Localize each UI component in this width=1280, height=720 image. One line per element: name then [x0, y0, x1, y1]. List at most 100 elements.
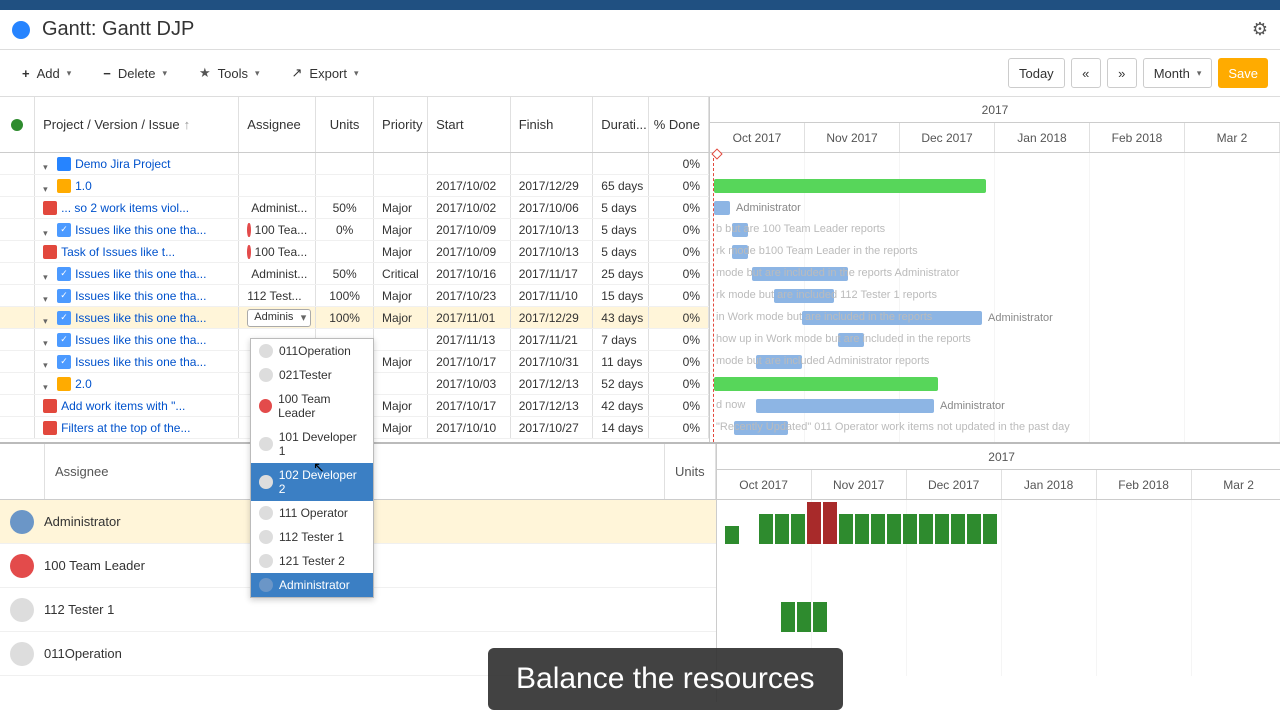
load-row	[717, 500, 1280, 544]
gantt-bar[interactable]: Administrator	[802, 311, 982, 325]
gantt-bar[interactable]	[734, 421, 788, 435]
res-col-units[interactable]: Units	[665, 444, 716, 499]
month-cell: Oct 2017	[710, 123, 805, 152]
load-bar	[983, 514, 997, 544]
load-row	[717, 544, 1280, 588]
gantt-bar[interactable]	[714, 179, 986, 193]
load-row	[717, 588, 1280, 632]
gantt-bar[interactable]: Administrator	[714, 201, 730, 215]
status-dot-icon	[11, 119, 23, 131]
save-button[interactable]: Save	[1218, 58, 1268, 88]
col-finish[interactable]: Finish	[511, 97, 594, 152]
avatar-icon	[259, 399, 272, 413]
dropdown-item[interactable]: Administrator	[251, 573, 373, 597]
col-start[interactable]: Start	[428, 97, 511, 152]
timeline-year: 2017	[710, 97, 1280, 123]
load-bar	[775, 514, 789, 544]
gantt-bar[interactable]	[732, 245, 748, 259]
load-bar	[807, 502, 821, 544]
grid-header: Project / Version / Issue↑ Assignee Unit…	[0, 97, 709, 153]
col-units[interactable]: Units	[316, 97, 374, 152]
gear-icon[interactable]	[1252, 19, 1268, 40]
gantt-bar[interactable]	[732, 223, 748, 237]
avatar-icon	[259, 554, 273, 568]
col-done[interactable]: % Done	[649, 97, 709, 152]
page-header: Gantt: Gantt DJP	[0, 10, 1280, 50]
col-duration[interactable]: Durati...	[593, 97, 649, 152]
dropdown-item[interactable]: 121 Tester 2	[251, 549, 373, 573]
load-bar	[887, 514, 901, 544]
load-bar	[725, 526, 739, 544]
delete-button[interactable]: Delete	[93, 60, 177, 87]
load-bar	[935, 514, 949, 544]
avatar-icon	[259, 344, 273, 358]
load-bar	[781, 602, 795, 632]
toolbar: Add Delete Tools Export Today « » Month …	[0, 50, 1280, 97]
task-row[interactable]: ✓Issues like this one tha...112 Test...1…	[0, 285, 709, 307]
resource-name: Administrator	[44, 514, 121, 529]
load-bar	[791, 514, 805, 544]
avatar-icon	[259, 530, 273, 544]
add-button[interactable]: Add	[12, 60, 81, 87]
gantt-bar[interactable]: Administrator	[756, 399, 934, 413]
month-cell: Mar 2	[1185, 123, 1280, 152]
assignee-dropdown[interactable]: 011Operation021Tester100 Team Leader101 …	[250, 338, 374, 598]
month-cell: Nov 2017	[805, 123, 900, 152]
load-bar	[951, 514, 965, 544]
load-bar	[759, 514, 773, 544]
gantt-bar[interactable]	[714, 377, 938, 391]
avatar-icon	[259, 475, 273, 489]
gantt-bar[interactable]	[756, 355, 802, 369]
gantt-bar[interactable]	[774, 289, 834, 303]
dropdown-item[interactable]: 102 Developer 2	[251, 463, 373, 501]
load-bar	[967, 514, 981, 544]
res-timeline-months: Oct 2017Nov 2017Dec 2017Jan 2018Feb 2018…	[717, 470, 1280, 500]
gantt-body[interactable]: Administratorb but are 100 Team Leader r…	[710, 153, 1280, 442]
month-cell: Jan 2018	[995, 123, 1090, 152]
col-project[interactable]: Project / Version / Issue↑	[35, 97, 239, 152]
dropdown-item[interactable]: 112 Tester 1	[251, 525, 373, 549]
res-timeline-year: 2017	[717, 444, 1280, 470]
col-assignee[interactable]: Assignee	[239, 97, 316, 152]
task-row[interactable]: Demo Jira Project0%	[0, 153, 709, 175]
load-bar	[839, 514, 853, 544]
task-row[interactable]: Task of Issues like t...100 Tea...Major2…	[0, 241, 709, 263]
gantt-bar[interactable]	[838, 333, 864, 347]
res-col-avatar	[0, 444, 45, 499]
task-row[interactable]: ... so 2 work items viol...Administ...50…	[0, 197, 709, 219]
gantt-split: Project / Version / Issue↑ Assignee Unit…	[0, 97, 1280, 442]
tools-button[interactable]: Tools	[189, 59, 270, 87]
month-cell: Dec 2017	[907, 470, 1002, 499]
col-indicator	[0, 97, 35, 152]
top-nav	[0, 0, 1280, 10]
dropdown-item[interactable]: 100 Team Leader	[251, 387, 373, 425]
month-cell: Dec 2017	[900, 123, 995, 152]
dropdown-item[interactable]: 101 Developer 1	[251, 425, 373, 463]
assignee-combo[interactable]: Adminis	[247, 309, 311, 327]
gantt-bar[interactable]	[752, 267, 848, 281]
prev-button[interactable]: «	[1071, 58, 1101, 88]
page-title: Gantt: Gantt DJP	[42, 18, 1240, 41]
avatar-icon	[259, 437, 273, 451]
dropdown-item[interactable]: 021Tester	[251, 363, 373, 387]
load-bar	[823, 502, 837, 544]
month-cell: Nov 2017	[812, 470, 907, 499]
month-cell: Mar 2	[1192, 470, 1280, 499]
export-button[interactable]: Export	[282, 59, 369, 87]
task-row[interactable]: ✓Issues like this one tha...Adminis100%M…	[0, 307, 709, 329]
today-button[interactable]: Today	[1008, 58, 1065, 88]
load-bar	[855, 514, 869, 544]
month-cell: Oct 2017	[717, 470, 812, 499]
next-button[interactable]: »	[1107, 58, 1137, 88]
task-row[interactable]: ✓Issues like this one tha...100 Tea...0%…	[0, 219, 709, 241]
dropdown-item[interactable]: 011Operation	[251, 339, 373, 363]
gantt-logo-icon	[12, 21, 30, 39]
resource-name: 100 Team Leader	[44, 558, 145, 573]
col-priority[interactable]: Priority	[374, 97, 428, 152]
avatar-icon	[259, 506, 273, 520]
scale-month-button[interactable]: Month	[1143, 58, 1213, 88]
task-row[interactable]: ✓Issues like this one tha...Administ...5…	[0, 263, 709, 285]
dropdown-item[interactable]: 111 Operator	[251, 501, 373, 525]
task-row[interactable]: 1.02017/10/022017/12/2965 days0%	[0, 175, 709, 197]
resource-name: 011Operation	[44, 646, 122, 661]
